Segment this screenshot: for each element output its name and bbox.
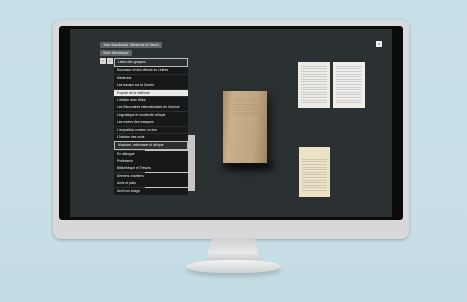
menu-item[interactable]: Les Rencontres internationales de Genève (114, 104, 188, 112)
menu-item[interactable]: L'exposition comme un don (114, 126, 188, 134)
screen-bezel: Jean Starobinski. Médecine et Savoir Sér… (59, 26, 403, 220)
close-icon[interactable]: × (376, 41, 382, 47)
menu-item[interactable]: Amis et pairs (114, 180, 188, 188)
menu-item[interactable]: L'histoire des mots (114, 133, 188, 141)
manuscript-page[interactable] (333, 62, 365, 108)
menu-item[interactable]: Nouveaux et des débuts en Lettres (114, 67, 188, 75)
monitor-base (186, 260, 281, 273)
menu-item[interactable]: Bibliothèque et Trésors (114, 165, 188, 173)
menu-item[interactable]: L'édition avec Skira (114, 96, 188, 104)
menu-item[interactable]: Musicien, mélomane et critique (114, 141, 188, 151)
screen: Jean Starobinski. Médecine et Savoir Sér… (70, 29, 392, 217)
menu-item[interactable]: En dialogue (114, 150, 188, 158)
menu-item[interactable]: Médecine (114, 74, 188, 82)
breadcrumb-secondary[interactable]: Série thématique (100, 50, 132, 56)
menu-item[interactable]: Les envers des masques (114, 119, 188, 127)
menu-item-active[interactable]: Exposé de la méthode (114, 89, 188, 97)
prev-button[interactable]: ‹ (100, 58, 106, 64)
book-document[interactable] (223, 91, 267, 163)
manuscript-page[interactable] (298, 62, 330, 108)
menu-item[interactable]: Archi sur image (114, 187, 188, 195)
monitor-chin (53, 220, 409, 239)
menu-item[interactable]: Linguistique et modernité critique (114, 111, 188, 119)
monitor: Jean Starobinski. Médecine et Savoir Sér… (53, 20, 409, 239)
next-button[interactable]: › (107, 58, 113, 64)
menu-item[interactable]: Professeur (114, 158, 188, 165)
book-title-text (231, 99, 259, 115)
menu-item[interactable]: Derniers chantiers (114, 172, 188, 180)
menu-item[interactable]: Listes des groupes (114, 58, 188, 67)
handwriting-lines (336, 66, 362, 104)
menu-item[interactable]: Les travaux sur la Guerre (114, 82, 188, 90)
handwriting-lines (302, 159, 327, 193)
group-menu: Listes des groupes Nouveaux et des début… (114, 58, 188, 195)
handwriting-lines (301, 66, 327, 104)
monitor-stand (205, 238, 261, 262)
manuscript-page[interactable] (299, 147, 330, 197)
breadcrumb-primary[interactable]: Jean Starobinski. Médecine et Savoir (100, 42, 162, 48)
